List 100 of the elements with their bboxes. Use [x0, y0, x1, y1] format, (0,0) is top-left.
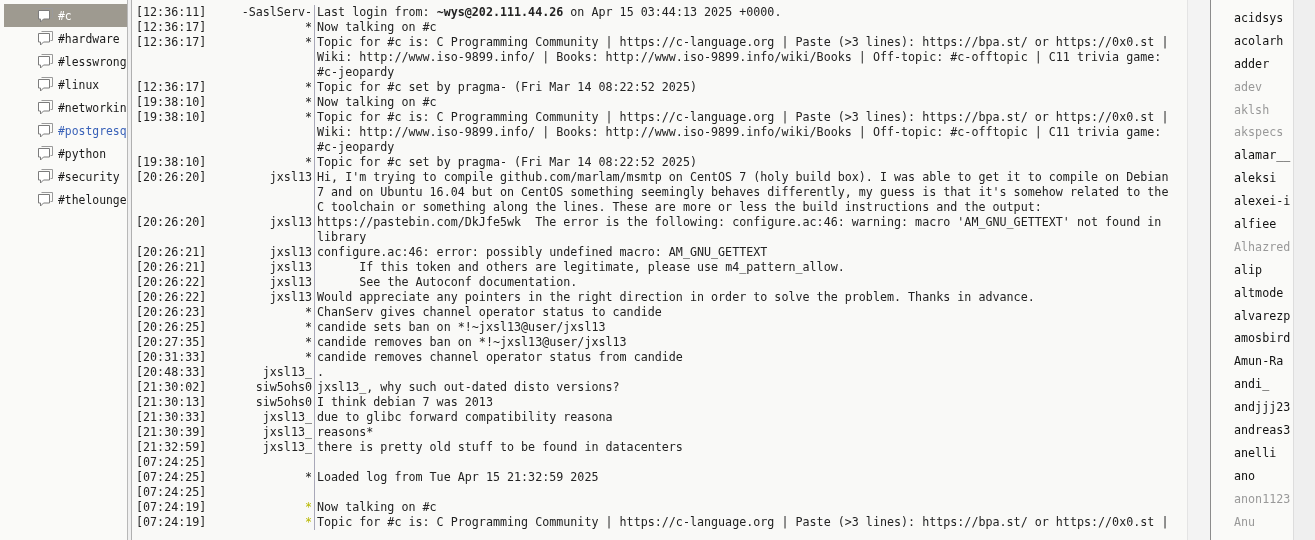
nickname: -SaslServ- [241, 5, 312, 19]
user-list-item[interactable]: anelli [1234, 444, 1293, 468]
timestamp: [07:24:25] [136, 470, 207, 484]
nickname: * [304, 155, 312, 169]
timestamp: [20:26:23] [136, 305, 207, 319]
timestamp: [19:38:10] [136, 110, 207, 124]
user-list-item[interactable]: alfiee [1234, 216, 1293, 239]
nickname: * [304, 320, 312, 334]
message-text: Topic for #c is: C Programming Community | https://c-language.org | Paste (>3 lines): https://bpa.st/ or https://0x0.st | Wiki: http://www.iso-9899.info/ | Books: http://www.iso-9899.info/wiki/Books | Off-topic: #c-offtopic | C11 trivia game: #c-jeopardy [317, 35, 1170, 79]
user-list-item[interactable]: acidsys [1234, 10, 1293, 33]
message-text: candide sets ban on *!~jxsl13@user/jxsl13 [317, 320, 606, 334]
timestamp: [21:32:59] [136, 440, 207, 454]
chat-bubble-icon [37, 99, 54, 116]
message-text: candide removes channel operator status from candide [317, 350, 683, 364]
nickname: jxsl13 [269, 170, 312, 184]
nickname: * [304, 470, 312, 484]
user-list-item[interactable]: altmode [1234, 284, 1293, 308]
user-list-item[interactable]: aleksi [1234, 170, 1293, 194]
nickname: * [304, 350, 312, 364]
chat-bubble-icon [37, 191, 54, 208]
nickname: * [304, 500, 312, 514]
user-list-item[interactable]: adder [1234, 55, 1293, 79]
user-list-item[interactable]: alvarezp [1234, 307, 1293, 331]
chat-bubble-icon [37, 122, 54, 139]
timestamp: [20:26:25] [136, 320, 207, 334]
message-text: ChanServ gives channel operator status to candide [317, 305, 662, 319]
timestamp: [07:24:25] [136, 455, 207, 469]
chat-bubble-icon [37, 7, 54, 24]
channel-item[interactable]: #lesswrong [4, 50, 127, 73]
timestamp: [12:36:11] [136, 5, 207, 19]
nickname: siw5ohs0 [255, 380, 312, 394]
timestamp: [12:36:17] [136, 35, 207, 49]
timestamp: [07:24:25] [136, 485, 207, 499]
message-text: Now talking on #c [317, 20, 437, 34]
timestamp: [12:36:17] [136, 20, 207, 34]
nickname: * [304, 80, 312, 94]
user-list-item[interactable]: ano [1234, 467, 1293, 491]
nickname: * [304, 20, 312, 34]
message-text: Loaded log from Tue Apr 15 21:32:59 2025 [317, 470, 599, 484]
nickname: * [304, 35, 312, 49]
chat-bubble-icon [37, 168, 54, 185]
message-text: Topic for #c is: C Programming Community | https://c-language.org | Paste (>3 lines): https://bpa.st/ or https://0x0.st | Wiki: http://www.iso-9899.info/ | Books: http://www.iso-9899.info/wiki/Books | Off-topic: #c-offtopic | C11 trivia game: #c-jeopardy [317, 110, 1170, 154]
message-text: Last login from: ~wys@202.111.44.26 on Apr 15 03:44:13 2025 +0000. [317, 5, 782, 19]
channel-item[interactable]: #linux [4, 73, 127, 96]
message-text: I think debian 7 was 2013 [317, 395, 493, 409]
timestamp: [20:26:22] [136, 290, 207, 304]
message-text: . [317, 365, 325, 379]
user-list-item[interactable]: amosbird [1234, 330, 1293, 354]
channel-item[interactable]: #security [4, 165, 127, 188]
message-text: candide removes ban on *!~jxsl13@user/jxsl13 [317, 335, 627, 349]
chat-bubble-icon [37, 76, 54, 93]
nickname: * [304, 515, 312, 529]
nickname: jxsl13 [269, 290, 312, 304]
nickname: jxsl13_ [262, 440, 312, 454]
channel-item[interactable]: #networkin [4, 96, 127, 119]
message-text: Now talking on #c [317, 95, 437, 109]
timestamp: [19:38:10] [136, 155, 207, 169]
channel-item[interactable]: #postgresq [4, 119, 127, 142]
timestamp: [20:27:35] [136, 335, 207, 349]
user-list-item[interactable]: alamar__ [1234, 147, 1293, 171]
user-list-item[interactable]: Amun-Ra [1234, 353, 1293, 377]
timestamp: [20:31:33] [136, 350, 207, 364]
timestamp: [20:26:21] [136, 245, 207, 259]
nickname: * [304, 95, 312, 109]
timestamp: [21:30:39] [136, 425, 207, 439]
nickname: jxsl13 [269, 245, 312, 259]
nickname: jxsl13 [269, 260, 312, 274]
channel-item[interactable]: #thelounge [4, 188, 127, 211]
timestamp: [20:26:22] [136, 275, 207, 289]
nickname: * [304, 305, 312, 319]
user-list-item[interactable]: andjjj23 [1234, 399, 1293, 423]
message-text: Would appreciate any pointers in the right direction in order to solve the problem. Thanks in advance. [317, 290, 1035, 304]
timestamp: [21:30:02] [136, 380, 207, 394]
user-list-item[interactable]: alexei-i [1234, 193, 1293, 216]
nickname: * [304, 335, 312, 349]
timestamp: [19:38:10] [136, 95, 207, 109]
nickname: siw5ohs0 [255, 395, 312, 409]
channel-item[interactable]: #python [4, 142, 127, 165]
message-text: If this token and others are legitimate, please use m4_pattern_allow. [358, 260, 845, 274]
message-text: Topic for #c set by pragma- (Fri Mar 14 08:22:52 2025) [317, 155, 697, 169]
message-text: reasons* [317, 425, 374, 439]
user-list-item[interactable]: alip [1234, 261, 1293, 285]
message-text: Topic for #c is: C Programming Community | https://c-language.org | Paste (>3 lines): https://bpa.st/ or https://0x0.st | [317, 515, 1169, 529]
nickname: jxsl13_ [262, 425, 312, 439]
user-list-item[interactable]: andreas3 [1234, 422, 1293, 445]
message-text: See the Autoconf documentation. [358, 275, 578, 289]
timestamp: [21:30:13] [136, 395, 207, 409]
timestamp: [20:48:33] [136, 365, 207, 379]
message-text: due to glibc forward compatibility reasona [317, 410, 613, 424]
channel-item[interactable]: #hardware [4, 27, 127, 50]
scrollbar[interactable] [1187, 0, 1211, 540]
user-list-item[interactable]: acolarh [1234, 32, 1293, 56]
message-text: configure.ac:46: error: possibly undefined macro: AM_GNU_GETTEXT [317, 245, 768, 259]
timestamp: [20:26:20] [136, 170, 207, 184]
nickname: * [304, 110, 312, 124]
message-text: jxsl13_, why such out-dated disto versions? [317, 380, 620, 394]
timestamp: [12:36:17] [136, 80, 207, 94]
message-text: there is pretty old stuff to be found in datacenters [317, 440, 683, 454]
user-list-item[interactable]: andi_ [1234, 376, 1293, 400]
timestamp: [07:24:19] [136, 515, 207, 529]
